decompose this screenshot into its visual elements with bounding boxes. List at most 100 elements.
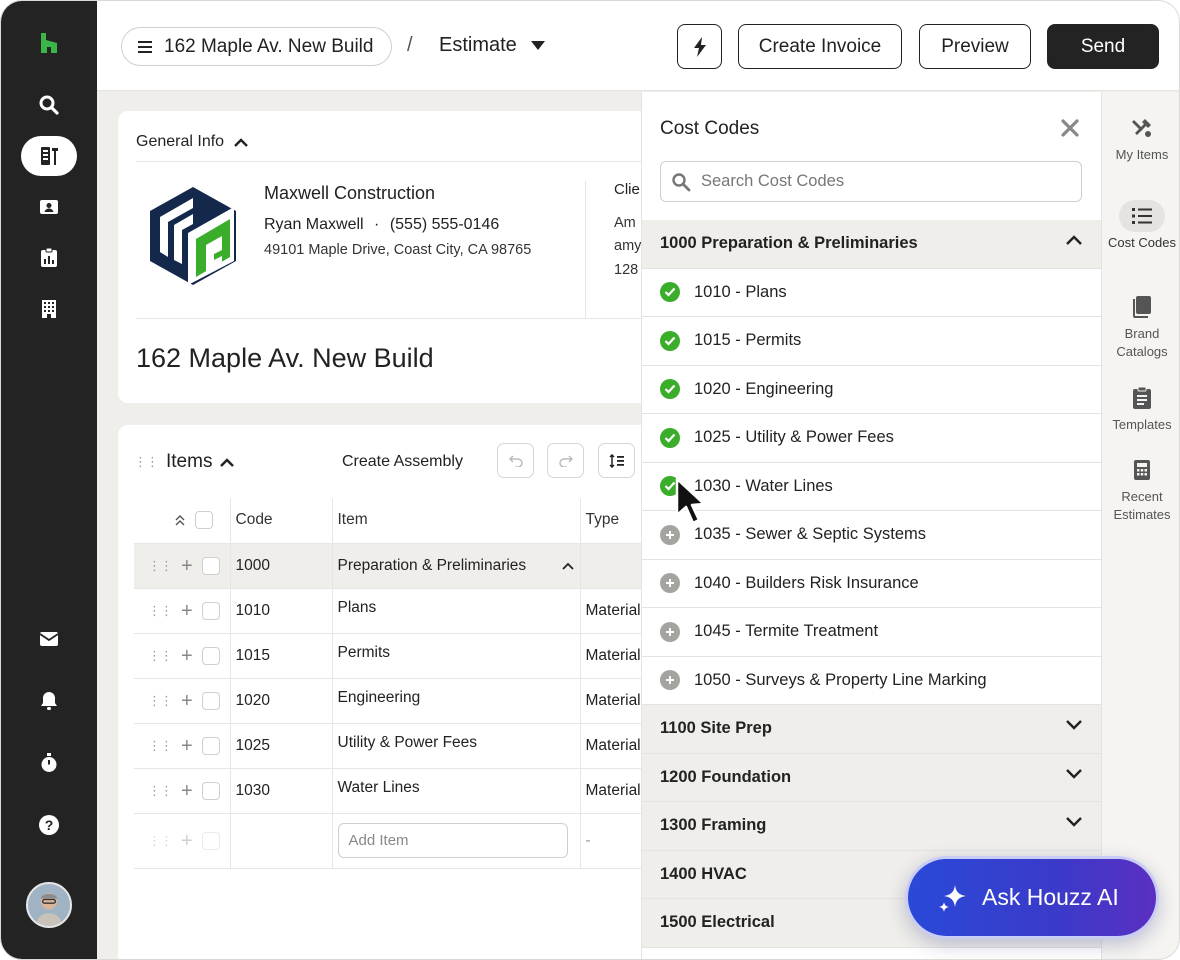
- general-info-toggle[interactable]: General Info: [136, 133, 248, 151]
- send-button[interactable]: Send: [1047, 24, 1159, 69]
- add-row-icon: +: [181, 829, 193, 852]
- company-logo: [150, 187, 236, 285]
- table-row[interactable]: ⋮⋮ + 1015 Permits Material: [134, 633, 694, 679]
- timer-icon[interactable]: [21, 743, 77, 783]
- drag-handle-icon[interactable]: ⋮⋮: [148, 738, 173, 754]
- company-name: Maxwell Construction: [264, 183, 436, 203]
- cost-code-item[interactable]: 1010 - Plans: [642, 269, 1102, 317]
- add-row-icon[interactable]: +: [181, 556, 193, 576]
- reports-icon[interactable]: [21, 238, 77, 278]
- items-toggle[interactable]: ⋮⋮ Items: [134, 451, 235, 473]
- cost-code-item[interactable]: 1045 - Termite Treatment: [642, 608, 1102, 657]
- cost-code-group-label: 1200 Foundation: [660, 767, 792, 786]
- row-item[interactable]: Permits: [332, 633, 581, 679]
- ask-ai-button[interactable]: Ask Houzz AI: [905, 856, 1159, 939]
- contact-name: Ryan Maxwell: [264, 216, 364, 233]
- cost-code-group[interactable]: 1200 Foundation: [642, 753, 1102, 802]
- cost-code-label: 1045 - Termite Treatment: [694, 622, 879, 641]
- create-assembly-button[interactable]: Create Assembly: [342, 453, 463, 471]
- row-checkbox[interactable]: [201, 601, 220, 620]
- chevron-up-icon[interactable]: [561, 562, 574, 570]
- rail-brand-catalogs[interactable]: Brand Catalogs: [1102, 291, 1179, 361]
- projects-icon[interactable]: [21, 136, 77, 176]
- rail-label: Recent Estimates: [1113, 489, 1171, 522]
- rail-recent-estimates[interactable]: Recent Estimates: [1102, 454, 1179, 524]
- lightning-icon: [693, 36, 706, 57]
- general-info-heading: General Info: [136, 133, 225, 150]
- quick-action-button[interactable]: [677, 24, 722, 69]
- create-invoice-button[interactable]: Create Invoice: [738, 24, 902, 69]
- drag-handle-icon[interactable]: ⋮⋮: [148, 783, 173, 799]
- row-checkbox[interactable]: [201, 691, 220, 710]
- redo-button[interactable]: [547, 443, 584, 478]
- cost-code-item[interactable]: 1025 - Utility & Power Fees: [642, 414, 1102, 463]
- drag-handle-icon[interactable]: ⋮⋮: [148, 693, 173, 709]
- row-checkbox[interactable]: [201, 556, 220, 575]
- close-icon[interactable]: [1058, 116, 1082, 140]
- cost-code-item[interactable]: 1040 - Builders Risk Insurance: [642, 560, 1102, 608]
- undo-button[interactable]: [497, 443, 534, 478]
- row-item[interactable]: Engineering: [332, 678, 581, 724]
- row-item[interactable]: Utility & Power Fees: [332, 723, 581, 769]
- rail-cost-codes[interactable]: Cost Codes: [1102, 200, 1179, 252]
- add-row-icon[interactable]: +: [181, 601, 193, 621]
- project-selector[interactable]: 162 Maple Av. New Build: [121, 27, 393, 66]
- add-row-icon[interactable]: +: [181, 691, 193, 711]
- column-header-code[interactable]: Code: [230, 498, 333, 544]
- row-checkbox: [201, 831, 220, 850]
- row-checkbox[interactable]: [201, 781, 220, 800]
- cost-code-group[interactable]: 1300 Framing: [642, 802, 1102, 851]
- table-row[interactable]: ⋮⋮ + 1010 Plans Material: [134, 588, 694, 634]
- search-icon[interactable]: [21, 85, 77, 125]
- cost-code-group-label: 1400 HVAC: [660, 864, 747, 883]
- row-item[interactable]: Plans: [332, 588, 581, 634]
- drag-handle-icon[interactable]: ⋮⋮: [148, 648, 173, 664]
- items-heading: Items: [166, 451, 213, 472]
- user-avatar[interactable]: [26, 882, 72, 928]
- app-window: ? 162 Maple Av. New Build / Estimate Cre…: [0, 0, 1180, 960]
- collapse-all-icon[interactable]: [174, 514, 186, 526]
- select-all-checkbox[interactable]: [195, 511, 213, 530]
- company-icon[interactable]: [21, 289, 77, 329]
- column-header-item[interactable]: Item: [332, 498, 581, 544]
- table-row[interactable]: ⋮⋮ + 1020 Engineering Material: [134, 678, 694, 724]
- list-icon: [1119, 200, 1165, 232]
- drag-handle-icon: ⋮⋮: [148, 832, 173, 848]
- drag-handle-icon[interactable]: ⋮⋮: [148, 558, 173, 574]
- rail-my-items[interactable]: My Items: [1102, 112, 1179, 164]
- row-checkbox[interactable]: [201, 736, 220, 755]
- drag-handle-icon[interactable]: ⋮⋮: [134, 454, 159, 470]
- add-item-input[interactable]: Add Item: [337, 823, 568, 858]
- cost-codes-search-input[interactable]: Search Cost Codes: [660, 161, 1082, 202]
- add-row-icon[interactable]: +: [181, 781, 193, 801]
- help-icon[interactable]: ?: [21, 805, 77, 845]
- table-row[interactable]: ⋮⋮ + 1025 Utility & Power Fees Material: [134, 723, 694, 769]
- cost-code-group[interactable]: 1100 Site Prep: [642, 705, 1102, 754]
- add-row-icon[interactable]: +: [181, 736, 193, 756]
- group-code: 1000: [230, 543, 333, 589]
- items-table: Code Item Type ⋮⋮ + 1000 Preparation & Pr…: [134, 498, 694, 869]
- ask-ai-label: Ask Houzz AI: [982, 884, 1119, 910]
- cost-code-item[interactable]: 1050 - Surveys & Property Line Marking: [642, 657, 1102, 705]
- table-group-row[interactable]: ⋮⋮ + 1000 Preparation & Preliminaries: [134, 543, 694, 589]
- view-selector[interactable]: Estimate: [439, 34, 545, 57]
- row-checkbox[interactable]: [201, 646, 220, 665]
- add-row-icon[interactable]: +: [181, 646, 193, 666]
- houzz-logo-icon[interactable]: [21, 23, 77, 63]
- sort-button[interactable]: [598, 443, 635, 478]
- cost-code-label: 1025 - Utility & Power Fees: [694, 428, 894, 447]
- row-item[interactable]: Water Lines: [332, 768, 581, 814]
- inbox-icon[interactable]: [21, 619, 77, 659]
- rail-templates[interactable]: Templates: [1102, 382, 1179, 434]
- contacts-icon[interactable]: [21, 187, 77, 227]
- mouse-cursor-icon: [675, 477, 706, 525]
- items-card: ⋮⋮ Items Create Assembly Code Item Type …: [118, 425, 694, 959]
- preview-button[interactable]: Preview: [919, 24, 1031, 69]
- cost-code-group[interactable]: 1000 Preparation & Preliminaries: [642, 220, 1102, 269]
- cost-code-item[interactable]: 1015 - Permits: [642, 317, 1102, 366]
- drag-handle-icon[interactable]: ⋮⋮: [148, 603, 173, 619]
- search-placeholder: Search Cost Codes: [701, 172, 845, 190]
- bell-icon[interactable]: [21, 681, 77, 721]
- cost-code-item[interactable]: 1020 - Engineering: [642, 366, 1102, 414]
- table-row[interactable]: ⋮⋮ + 1030 Water Lines Material: [134, 768, 694, 814]
